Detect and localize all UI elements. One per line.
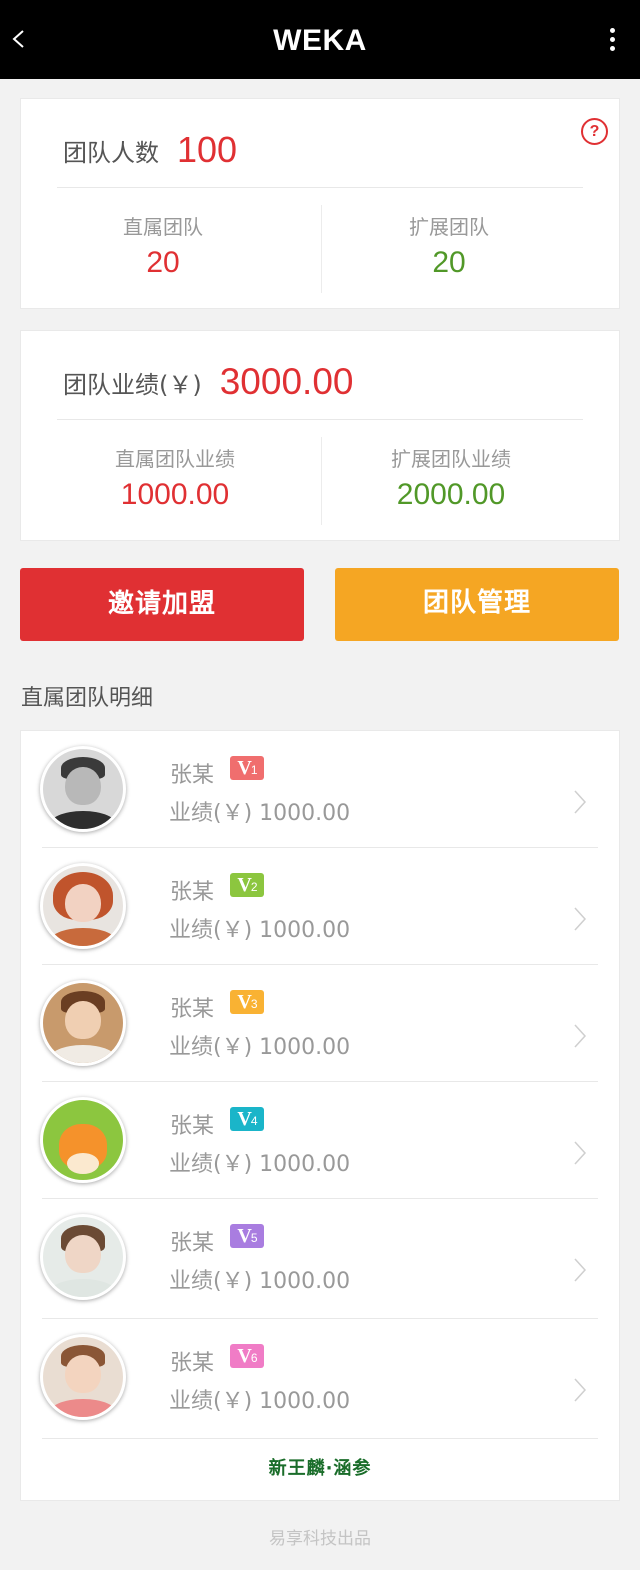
avatar bbox=[40, 746, 126, 832]
member-performance: 业绩(￥) 1000.00 bbox=[169, 1269, 351, 1294]
section-title: 直属团队明细 bbox=[21, 686, 154, 711]
extended-performance-label: 扩展团队业绩 bbox=[391, 447, 511, 471]
avatar bbox=[40, 863, 126, 949]
member-name: 张某 bbox=[170, 763, 215, 788]
chevron-right-icon bbox=[574, 1024, 587, 1048]
divider bbox=[42, 1438, 598, 1439]
team-performance-label: 团队业绩(￥) bbox=[63, 370, 202, 399]
extended-performance-stat[interactable]: 扩展团队业绩 2000.00 bbox=[301, 443, 601, 512]
more-vertical-icon[interactable] bbox=[608, 28, 616, 54]
level-badge: V5 bbox=[230, 1224, 264, 1248]
member-name: 张某 bbox=[170, 1231, 215, 1256]
team-count-value: 100 bbox=[177, 129, 238, 170]
member-performance: 业绩(￥) 1000.00 bbox=[169, 1389, 351, 1414]
member-name: 张某 bbox=[170, 880, 215, 905]
extended-team-stat[interactable]: 扩展团队 20 bbox=[299, 211, 599, 280]
invite-button[interactable]: 邀请加盟 bbox=[20, 568, 304, 641]
extended-performance-value: 2000.00 bbox=[396, 478, 506, 511]
list-item[interactable]: 张某 V6 业绩(￥) 1000.00 bbox=[21, 1319, 621, 1439]
top-navigation-bar: WEKA bbox=[0, 0, 640, 79]
avatar bbox=[40, 1097, 126, 1183]
member-performance: 业绩(￥) 1000.00 bbox=[169, 918, 351, 943]
team-count-label: 团队人数 bbox=[63, 138, 159, 167]
direct-performance-value: 1000.00 bbox=[120, 478, 230, 511]
extended-team-label: 扩展团队 bbox=[409, 215, 489, 239]
member-name: 张某 bbox=[170, 997, 215, 1022]
app-title: WEKA bbox=[273, 24, 367, 57]
avatar bbox=[40, 1214, 126, 1300]
extended-team-value: 20 bbox=[432, 246, 466, 279]
direct-team-stat[interactable]: 直属团队 20 bbox=[13, 211, 313, 280]
level-badge: V1 bbox=[230, 756, 264, 780]
avatar bbox=[40, 1334, 126, 1420]
chevron-right-icon bbox=[574, 1141, 587, 1165]
team-count-header: 团队人数 100 bbox=[63, 129, 237, 171]
list-item[interactable]: 张某 V4 业绩(￥) 1000.00 bbox=[21, 1082, 621, 1199]
team-manage-button[interactable]: 团队管理 bbox=[335, 568, 619, 641]
team-performance-card: 团队业绩(￥) 3000.00 直属团队业绩 1000.00 扩展团队业绩 20… bbox=[20, 330, 620, 541]
level-badge: V2 bbox=[230, 873, 264, 897]
member-performance: 业绩(￥) 1000.00 bbox=[169, 801, 351, 826]
list-item[interactable]: 张某 V5 业绩(￥) 1000.00 bbox=[21, 1199, 621, 1319]
direct-performance-stat[interactable]: 直属团队业绩 1000.00 bbox=[25, 443, 325, 512]
member-name: 张某 bbox=[170, 1114, 215, 1139]
divider bbox=[57, 419, 583, 420]
list-item[interactable]: 张某 V3 业绩(￥) 1000.00 bbox=[21, 965, 621, 1082]
member-name: 张某 bbox=[170, 1351, 215, 1376]
member-performance: 业绩(￥) 1000.00 bbox=[169, 1035, 351, 1060]
direct-team-label: 直属团队 bbox=[123, 215, 203, 239]
list-item[interactable]: 张某 V1 业绩(￥) 1000.00 bbox=[21, 731, 621, 848]
direct-performance-label: 直属团队业绩 bbox=[115, 447, 235, 471]
level-badge: V6 bbox=[230, 1344, 264, 1368]
team-performance-value: 3000.00 bbox=[219, 361, 354, 402]
level-badge: V3 bbox=[230, 990, 264, 1014]
direct-team-value: 20 bbox=[146, 246, 180, 279]
question-circle-icon[interactable]: ? bbox=[581, 118, 608, 145]
member-performance: 业绩(￥) 1000.00 bbox=[169, 1152, 351, 1177]
chevron-right-icon bbox=[574, 907, 587, 931]
avatar bbox=[40, 980, 126, 1066]
team-performance-header: 团队业绩(￥) 3000.00 bbox=[63, 361, 353, 403]
chevron-right-icon bbox=[574, 790, 587, 814]
brand-logo: 新王麟·涵参 bbox=[268, 1458, 372, 1479]
list-item[interactable]: 张某 V2 业绩(￥) 1000.00 bbox=[21, 848, 621, 965]
footer-credit: 易享科技出品 bbox=[269, 1529, 371, 1549]
divider bbox=[57, 187, 583, 188]
direct-team-list: 张某 V1 业绩(￥) 1000.00 张某 V2 业绩(￥) 1000.00 … bbox=[20, 730, 620, 1501]
chevron-right-icon bbox=[574, 1378, 587, 1402]
team-count-card: ? 团队人数 100 直属团队 20 扩展团队 20 bbox=[20, 98, 620, 309]
level-badge: V4 bbox=[230, 1107, 264, 1131]
chevron-right-icon bbox=[574, 1258, 587, 1282]
